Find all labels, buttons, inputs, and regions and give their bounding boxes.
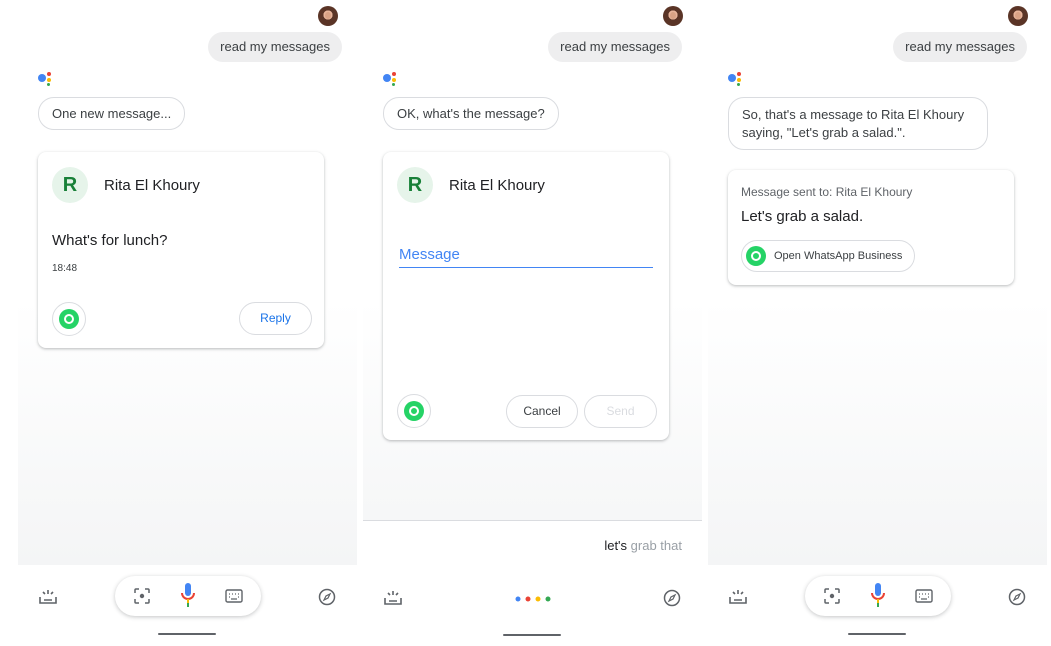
user-query-bubble: read my messages [548,32,682,62]
open-app-label: Open WhatsApp Business [774,250,903,262]
user-avatar [318,6,338,26]
compass-icon[interactable] [663,589,681,607]
assistant-bottom-bar [18,565,357,646]
keyboard-icon[interactable] [225,589,243,603]
message-placeholder: Message [399,246,460,263]
lens-icon[interactable] [823,587,841,605]
assistant-bottom-bar [708,565,1047,646]
assistant-reply-bubble: OK, what's the message? [383,97,559,130]
navigation-handle[interactable] [848,633,906,635]
message-text: What's for lunch? [52,232,168,249]
user-query-bubble: read my messages [893,32,1027,62]
cancel-button[interactable]: Cancel [506,395,578,428]
transcription-interim: grab that [630,538,682,553]
contact-avatar: R [397,167,433,203]
keyboard-icon[interactable] [915,589,933,603]
whatsapp-icon [404,401,424,421]
sent-to-label: Message sent to: Rita El Khoury [741,185,913,199]
send-button[interactable]: Send [584,395,657,428]
lens-icon[interactable] [133,587,151,605]
user-avatar [663,6,683,26]
google-assistant-logo-icon [38,72,54,86]
mic-icon[interactable] [870,582,886,608]
open-whatsapp-button[interactable] [397,394,431,428]
whatsapp-icon [59,309,79,329]
assistant-reply-bubble: So, that's a message to Rita El Khoury s… [728,97,988,150]
listening-dots-icon [515,596,551,602]
contact-name: Rita El Khoury [104,177,200,194]
contact-name: Rita El Khoury [449,177,545,194]
whatsapp-icon [746,246,766,266]
navigation-handle[interactable] [503,634,561,636]
assistant-reply-bubble: One new message... [38,97,186,130]
user-avatar [1008,6,1028,26]
navigation-handle[interactable] [158,633,216,635]
message-sent-card: Message sent to: Rita El Khoury Let's gr… [728,170,1014,285]
message-card: R Rita El Khoury What's for lunch? 18:48… [38,152,324,348]
input-pill [115,576,261,616]
open-whatsapp-button[interactable] [52,302,86,336]
conversation-panel-1: read my messages One new message... R Ri… [18,0,357,646]
open-whatsapp-business-button[interactable]: Open WhatsApp Business [741,240,916,272]
sent-message-text: Let's grab a salad. [741,208,864,225]
compass-icon[interactable] [1008,588,1026,606]
contact-avatar: R [52,167,88,203]
compose-card: R Rita El Khoury Message Cancel Send [383,152,669,440]
snapshot-tray-icon[interactable] [383,588,403,608]
conversation-panel-2: read my messages OK, what's the message?… [363,0,702,646]
google-assistant-logo-icon [383,72,399,86]
reply-button[interactable]: Reply [239,302,312,335]
speech-transcription: let's grab that [604,538,682,553]
compass-icon[interactable] [318,588,336,606]
message-input[interactable]: Message [399,246,653,268]
user-query-bubble: read my messages [208,32,342,62]
assistant-bottom-bar: let's grab that [363,520,702,646]
google-assistant-logo-icon [728,72,744,86]
input-pill [805,576,951,616]
snapshot-tray-icon[interactable] [38,587,58,607]
snapshot-tray-icon[interactable] [728,587,748,607]
conversation-panel-3: read my messages So, that's a message to… [708,0,1047,646]
transcription-final: let's [604,538,628,553]
message-time: 18:48 [52,263,78,274]
mic-icon[interactable] [180,582,196,608]
